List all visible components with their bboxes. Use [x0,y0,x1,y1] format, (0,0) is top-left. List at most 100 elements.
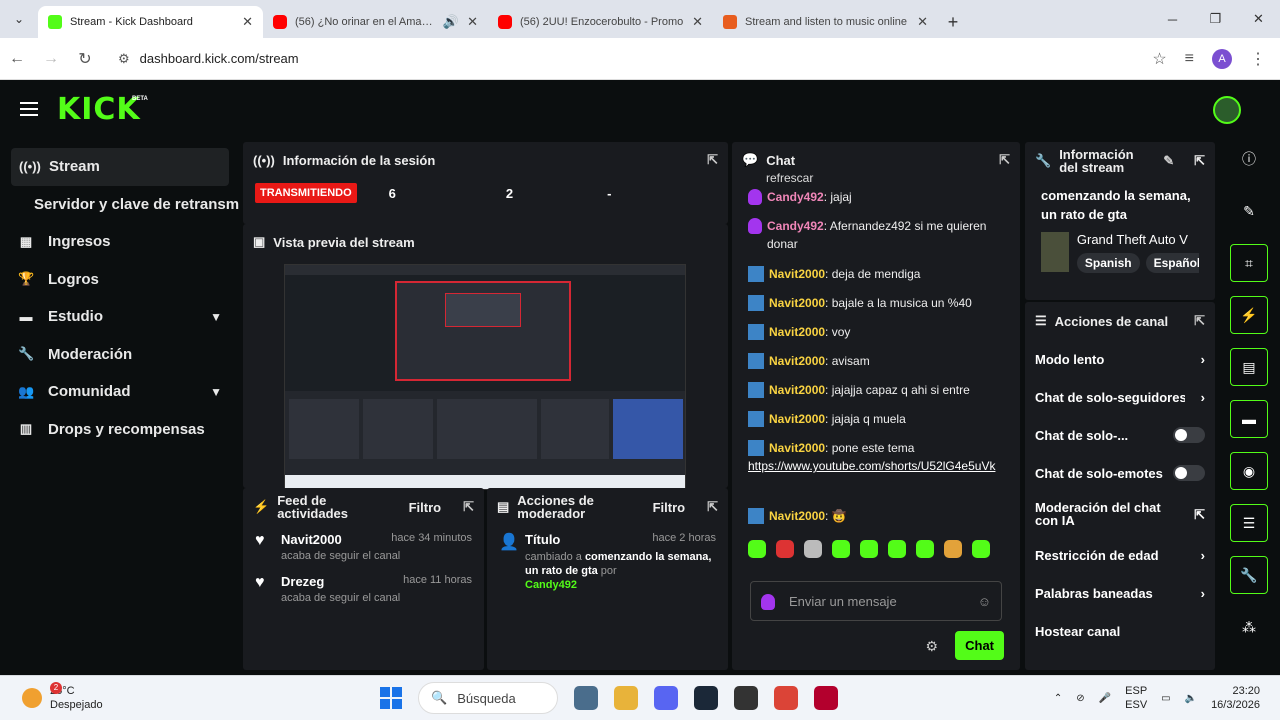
stream-preview-video[interactable] [284,264,686,490]
subs-only-toggle[interactable] [1173,427,1205,443]
adobe-icon[interactable] [814,686,838,710]
site-settings-icon[interactable]: ⚙ [118,51,130,67]
chat-username[interactable]: Navit2000 [769,412,825,426]
forward-icon[interactable]: → [34,50,68,68]
sidebar-item-stream[interactable]: ((•)) Stream [11,148,229,186]
mic-icon[interactable]: 🎤 [1099,693,1111,704]
emote-icon[interactable] [888,540,906,558]
edit-pencil-icon[interactable]: ✎ [1163,153,1174,169]
restore-icon[interactable]: ❐ [1194,0,1237,38]
emotes-only-toggle[interactable] [1173,465,1205,481]
emote-icon[interactable] [832,540,850,558]
info-icon[interactable]: ⓘ [1230,140,1268,178]
display-icon[interactable]: ▭ [1161,693,1170,704]
volume-icon[interactable]: 🔈 [1185,693,1197,704]
close-icon[interactable]: ✕ [917,14,928,30]
network-off-icon[interactable]: ⊘ [1076,693,1084,704]
minimize-icon[interactable]: ─ [1151,0,1194,38]
steam-icon[interactable] [694,686,718,710]
feed-username[interactable]: Drezeg [281,574,324,589]
clip-icon[interactable]: ⌗ [1230,244,1268,282]
chat-username[interactable]: Navit2000 [769,509,825,523]
feed-username[interactable]: Navit2000 [281,532,342,547]
language-indicator[interactable]: ESP ESV [1125,684,1147,712]
popout-icon[interactable]: ⇱ [999,152,1010,168]
chat-username[interactable]: Navit2000 [769,383,825,397]
clock[interactable]: 23:20 16/3/2026 [1211,684,1260,712]
windows-start-icon[interactable] [380,687,402,709]
tab-search-chevron-icon[interactable]: ⌄ [0,0,38,38]
bolt-icon[interactable]: ⚡ [1230,296,1268,334]
popout-icon[interactable]: ⇱ [1194,313,1205,329]
chat-username[interactable]: Navit2000 [769,441,825,455]
close-icon[interactable]: ✕ [692,14,703,30]
broadcast-icon[interactable]: ◉ [1230,452,1268,490]
folder-icon[interactable] [614,686,638,710]
hamburger-menu-icon[interactable] [20,102,38,116]
tab-kick-dashboard[interactable]: Stream - Kick Dashboard ✕ [38,6,263,38]
tag[interactable]: Español [1145,253,1199,273]
chevron-up-icon[interactable]: ⌃ [1054,693,1062,704]
menu-kebab-icon[interactable]: ⋮ [1250,49,1266,69]
game-title[interactable]: Grand Theft Auto V [1077,232,1199,247]
wrench-icon[interactable]: 🔧 [1230,556,1268,594]
sidebar-item-moderacion[interactable]: 🔧 Moderación [0,336,240,374]
sidebar-item-logros[interactable]: 🏆 Logros [0,261,240,299]
emote-icon[interactable] [944,540,962,558]
filter-button[interactable]: Filtro [653,500,686,515]
chat-username[interactable]: Navit2000 [769,354,825,368]
emote-icon[interactable] [776,540,794,558]
filter-button[interactable]: Filtro [409,500,442,515]
chat-message-input[interactable]: Enviar un mensaje ☺ [750,581,1002,621]
close-icon[interactable]: ✕ [467,14,478,30]
share-icon[interactable]: ⁂ [1230,608,1268,646]
action-followers-only[interactable]: Chat de solo-seguidores › [1025,378,1215,416]
sidebar-item-ingresos[interactable]: ▦ Ingresos [0,223,240,261]
taskbar-search[interactable]: 🔍 Búsqueda [418,682,558,714]
media-control-icon[interactable]: ≡ [1185,50,1194,68]
profile-avatar[interactable]: A [1212,48,1232,69]
discord-icon[interactable] [654,686,678,710]
weather-widget[interactable]: 2 26°C Despejado [22,682,103,712]
chat-username[interactable]: Candy492 [767,219,824,233]
chat-username[interactable]: Navit2000 [769,267,825,281]
tab-youtube-2[interactable]: (56) 2UU! Enzocerobulto - Promo ✕ [488,6,713,38]
game-cover-image[interactable] [1041,232,1069,272]
send-chat-button[interactable]: Chat [955,631,1004,660]
popout-icon[interactable]: ⇱ [463,499,474,515]
tag[interactable]: Spanish [1076,253,1140,273]
tab-youtube-1[interactable]: (56) ¿No orinar en el Amazonas? 🔊 ✕ [263,6,488,38]
emote-icon[interactable] [748,540,766,558]
emoji-icon[interactable]: ☺ [978,594,991,609]
action-banned-words[interactable]: Palabras baneadas › [1025,574,1215,612]
emote-icon[interactable] [860,540,878,558]
new-tab-button[interactable]: + [938,6,968,38]
reload-icon[interactable]: ↻ [68,49,102,69]
chrome-icon[interactable] [774,686,798,710]
popout-icon[interactable]: ⇱ [707,152,718,168]
gear-icon[interactable]: ⚙ [925,638,938,655]
user-avatar[interactable] [1213,96,1241,124]
chat-bubble-icon[interactable]: ▬ [1230,400,1268,438]
close-icon[interactable]: ✕ [242,14,253,30]
kick-logo[interactable]: KICK [57,92,141,127]
obs-icon[interactable] [734,686,758,710]
emote-icon[interactable] [804,540,822,558]
close-window-icon[interactable]: ✕ [1237,0,1280,38]
sidebar-item-server-key[interactable]: Servidor y clave de retransmisión [0,186,240,224]
action-slow-mode[interactable]: Modo lento › [1025,340,1215,378]
popout-icon[interactable]: ⇱ [707,499,718,515]
action-ai-moderation[interactable]: Moderación del chat con IA ⇱ [1025,492,1215,536]
chat-username[interactable]: Navit2000 [769,296,825,310]
chat-username[interactable]: Navit2000 [769,325,825,339]
emote-icon[interactable] [972,540,990,558]
sidebar-item-comunidad[interactable]: 👥 Comunidad ▼ [0,373,240,411]
action-age-restriction[interactable]: Restricción de edad › [1025,536,1215,574]
speaker-icon[interactable]: 🔊 [443,14,459,30]
popout-icon[interactable]: ⇱ [1194,153,1205,169]
sidebar-item-drops[interactable]: ▥ Drops y recompensas [0,411,240,449]
emote-icon[interactable] [916,540,934,558]
back-icon[interactable]: ← [0,50,34,68]
sidebar-item-estudio[interactable]: ▬ Estudio ▼ [0,298,240,336]
document-icon[interactable]: ▤ [1230,348,1268,386]
